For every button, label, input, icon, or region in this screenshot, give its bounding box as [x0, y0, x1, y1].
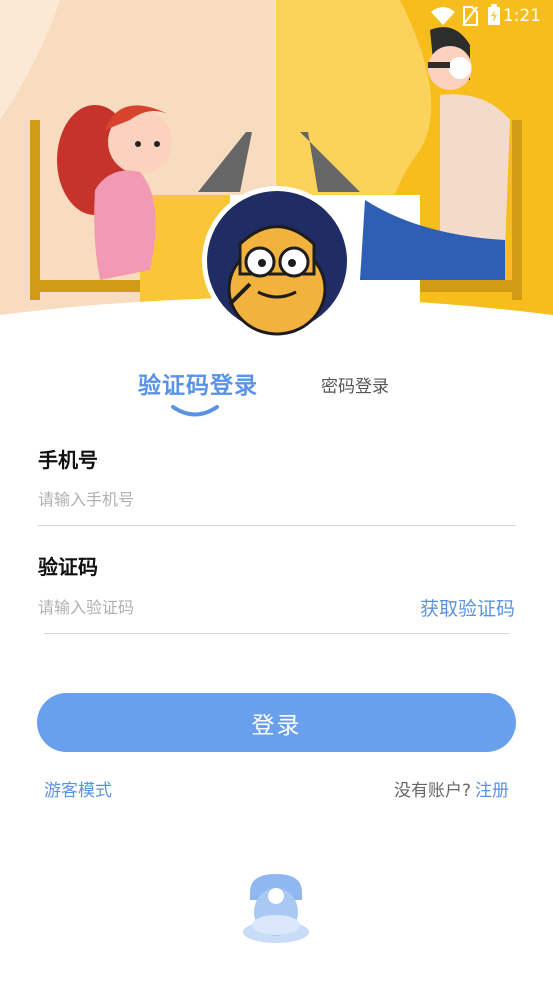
code-label: 验证码	[38, 555, 98, 579]
get-code-button[interactable]: 获取验证码	[420, 594, 515, 621]
login-button[interactable]: 登录	[37, 693, 516, 752]
status-bar: 1:21	[0, 0, 553, 32]
app-logo-icon	[243, 874, 309, 943]
register-row: 没有账户? 注册	[394, 776, 509, 801]
tab-indicator	[171, 405, 219, 417]
no-account-text: 没有账户?	[393, 781, 471, 801]
no-sim-icon	[462, 6, 478, 26]
code-divider	[44, 633, 509, 634]
tab-password-login[interactable]: 密码登录	[321, 372, 389, 397]
wifi-icon	[431, 7, 455, 25]
code-input[interactable]	[38, 594, 368, 620]
login-tabs: 验证码登录 密码登录	[0, 366, 553, 426]
register-link[interactable]: 注册	[475, 781, 509, 801]
battery-icon	[488, 4, 500, 25]
guest-mode-link[interactable]: 游客模式	[44, 776, 112, 801]
phone-input[interactable]	[38, 486, 516, 512]
status-time: 1:21	[502, 6, 541, 26]
phone-divider	[38, 525, 516, 526]
phone-label: 手机号	[38, 448, 98, 472]
avatar	[202, 186, 352, 336]
tab-code-login[interactable]: 验证码登录	[138, 366, 258, 400]
